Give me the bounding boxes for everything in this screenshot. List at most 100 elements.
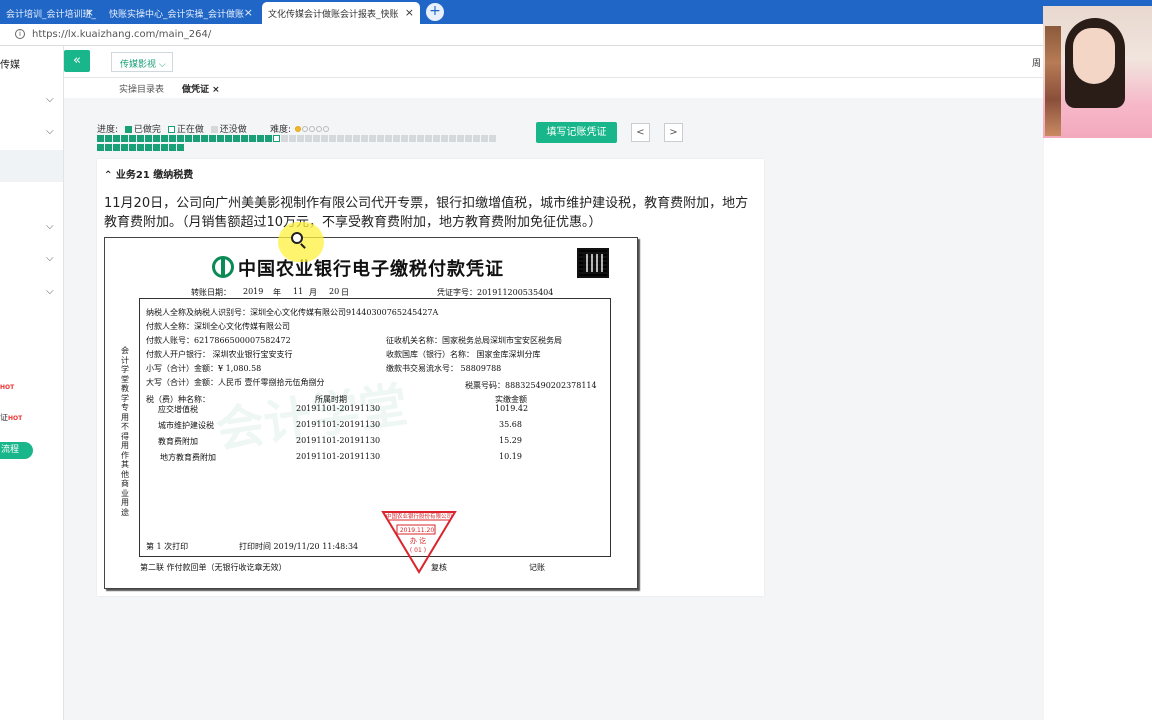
progress-cell[interactable] [273,135,280,142]
progress-cell[interactable] [113,135,120,142]
browser-tab-3[interactable]: 文化传媒会计做账会计报表_快账 × [262,2,420,24]
progress-cell[interactable] [329,135,336,142]
chevron-down-icon[interactable]: ⌵ [46,221,56,232]
chevron-down-icon[interactable]: ⌵ [46,94,56,105]
progress-cell[interactable] [393,135,400,142]
progress-cell[interactable] [321,135,328,142]
progress-cell[interactable] [153,144,160,151]
progress-cell[interactable] [313,135,320,142]
progress-cell[interactable] [473,135,480,142]
progress-cell[interactable] [409,135,416,142]
progress-cell[interactable] [201,135,208,142]
progress-cell[interactable] [145,144,152,151]
progress-cell[interactable] [345,135,352,142]
progress-cell[interactable] [145,135,152,142]
address-bar[interactable]: i https://lx.kuaizhang.com/main_264/ [0,24,1152,46]
progress-cell[interactable] [209,135,216,142]
progress-cell[interactable] [249,135,256,142]
progress-cell[interactable] [337,135,344,142]
close-icon[interactable]: × [244,6,253,19]
progress-cell[interactable] [137,135,144,142]
progress-cell[interactable] [177,144,184,151]
chevron-down-icon[interactable]: ⌵ [46,286,56,297]
progress-cell[interactable] [481,135,488,142]
task-title[interactable]: ⌃ 业务21 缴纳税费 [104,166,193,181]
progress-cell[interactable] [401,135,408,142]
progress-cell[interactable] [185,135,192,142]
progress-cell[interactable] [241,135,248,142]
progress-cell[interactable] [369,135,376,142]
progress-cell[interactable] [289,135,296,142]
progress-cell[interactable] [217,135,224,142]
prev-button[interactable]: < [631,123,650,142]
chevron-down-icon[interactable]: ⌵ [46,253,56,264]
collapse-icon[interactable]: ⌃ [104,170,112,181]
progress-cell[interactable] [137,144,144,151]
info-icon[interactable]: i [15,29,25,39]
new-tab-button[interactable]: + [426,3,444,21]
progress-cell[interactable] [361,135,368,142]
progress-cell[interactable] [105,144,112,151]
progress-cell[interactable] [225,135,232,142]
progress-cell[interactable] [113,144,120,151]
browser-tab-1[interactable]: 会计培训_会计培训班_ × [0,2,100,24]
progress-cell[interactable] [97,144,104,151]
sidebar-item-selected[interactable] [0,150,63,182]
progress-cell[interactable] [433,135,440,142]
progress-cell[interactable] [425,135,432,142]
close-icon[interactable]: × [405,6,414,19]
company-dropdown[interactable]: 传媒影视 ⌵ [111,52,173,72]
progress-cell[interactable] [121,135,128,142]
progress-cell[interactable] [153,135,160,142]
sidebar-item-hot[interactable]: 证HOT [0,412,22,423]
tax-payment-voucher: 会计学堂 中国农业银行电子缴税付款凭证 转账日期： 2019 年 11 月 20… [104,237,638,589]
progress-cell[interactable] [193,135,200,142]
progress-cell[interactable] [385,135,392,142]
fill-voucher-button[interactable]: 填写记账凭证 [536,122,617,143]
progress-cell[interactable] [281,135,288,142]
progress-cell[interactable] [265,135,272,142]
progress-cell[interactable] [257,135,264,142]
chevron-down-icon[interactable]: ⌵ [46,126,56,137]
hot-badge: HOT [0,384,15,391]
row-period: 20191101-20191130 [296,452,381,461]
progress-cell[interactable] [97,135,104,142]
payer-bank: 付款人开户银行： 深圳农业银行宝安支行 [146,350,293,359]
doing-swatch [167,126,175,133]
difficulty: 难度: [270,122,329,135]
progress-cell[interactable] [417,135,424,142]
progress-cell[interactable] [457,135,464,142]
close-icon[interactable]: × [212,85,220,95]
progress-cell[interactable] [449,135,456,142]
row-period: 20191101-20191130 [296,404,381,413]
flow-button[interactable]: 流程 [0,442,33,459]
url-text[interactable]: https://lx.kuaizhang.com/main_264/ [32,29,211,40]
progress-cell[interactable] [169,135,176,142]
progress-cell[interactable] [353,135,360,142]
difficulty-star-icon [315,126,322,132]
footer-bookkeeping: 记账 [529,563,545,572]
progress-cell[interactable] [177,135,184,142]
close-icon[interactable]: × [85,6,94,19]
progress-cell[interactable] [441,135,448,142]
progress-cell[interactable] [169,144,176,151]
footer-copy: 第二联 作付款回单（无银行收讫章无效） [140,563,287,572]
progress-cell[interactable] [305,135,312,142]
progress-cell[interactable] [233,135,240,142]
collapse-sidebar-button[interactable]: « [64,50,90,72]
progress-cell[interactable] [129,144,136,151]
progress-cell[interactable] [297,135,304,142]
progress-cell[interactable] [161,144,168,151]
tab-catalog[interactable]: 实操目录表 [119,82,164,95]
progress-cell[interactable] [377,135,384,142]
row-amount: 1019.42 [495,404,529,413]
progress-cell[interactable] [161,135,168,142]
progress-cell[interactable] [129,135,136,142]
progress-cell[interactable] [489,135,496,142]
tab-make-voucher[interactable]: 做凭证 × [182,82,220,95]
browser-tab-2[interactable]: 快账实操中心_会计实操_会计做账 × [103,2,259,24]
progress-cell[interactable] [121,144,128,151]
next-button[interactable]: > [664,123,683,142]
progress-cell[interactable] [105,135,112,142]
progress-cell[interactable] [465,135,472,142]
